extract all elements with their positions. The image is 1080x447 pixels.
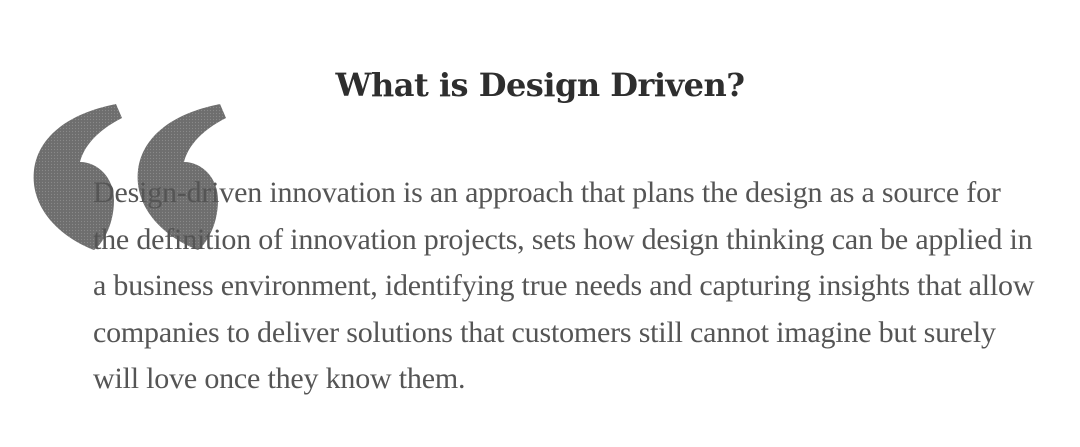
section-body: Design-driven innovation is an approach … (93, 176, 1035, 395)
